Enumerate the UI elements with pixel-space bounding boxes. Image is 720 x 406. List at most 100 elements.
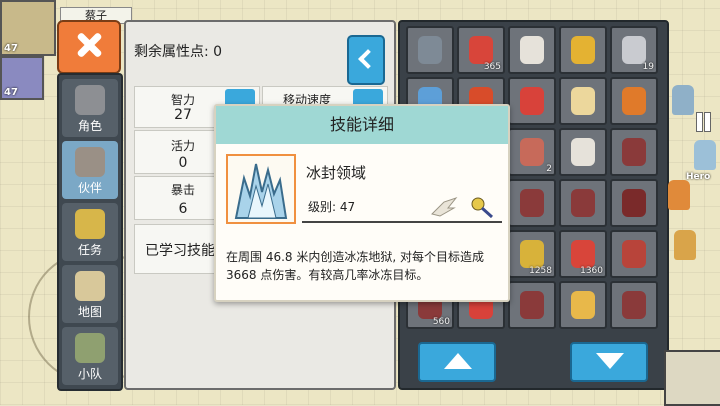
chevron-left-icon <box>358 49 378 69</box>
yellow-gem-icon <box>571 291 595 319</box>
party-portrait-1[interactable]: 47 <box>0 0 56 56</box>
red-potion-icon <box>469 36 493 64</box>
item-count: 2 <box>546 164 552 174</box>
inventory-slot[interactable]: 19 <box>610 26 658 74</box>
portrait-level: 47 <box>4 87 18 98</box>
white-crystal-icon <box>520 36 544 64</box>
close-button[interactable] <box>57 20 121 74</box>
portrait-level: 47 <box>4 43 18 54</box>
helmet-icon <box>75 85 105 115</box>
item-count: 560 <box>432 317 450 327</box>
item-count: 1360 <box>580 266 603 276</box>
hero-sprite <box>672 85 694 115</box>
side-item-map[interactable]: 地图 <box>62 265 118 323</box>
side-menu: 角色 伙伴 任务 地图 小队 <box>57 73 123 391</box>
learned-skills-label: 已学习技能 <box>145 243 215 259</box>
hero-sprite <box>668 180 690 210</box>
spell-book-icon <box>520 291 544 319</box>
side-item-label: 地图 <box>77 305 102 319</box>
spell-book-icon <box>520 189 544 217</box>
skill-description: 在周围 46.8 米内创造冰冻地狱, 对每个目标造成 3668 点伤害。有较高几… <box>226 250 484 282</box>
skill-icon-frame <box>226 154 296 224</box>
stat-label: 暴击 <box>170 183 195 197</box>
inventory-slot[interactable] <box>610 230 658 278</box>
inventory-slot[interactable] <box>559 128 607 176</box>
stat-label: 活力 <box>170 139 195 153</box>
side-item-companion[interactable]: 伙伴 <box>62 141 118 199</box>
red-feather-icon <box>622 240 646 268</box>
yellow-crystal-icon <box>571 87 595 115</box>
meat-icon <box>520 138 544 166</box>
back-button[interactable] <box>347 35 385 85</box>
battlefield-strip <box>664 0 720 405</box>
inventory-slot[interactable] <box>559 179 607 227</box>
inventory-slot[interactable] <box>610 128 658 176</box>
side-item-label: 伙伴 <box>77 181 102 195</box>
side-item-quest[interactable]: 任务 <box>62 203 118 261</box>
bow-skill-button[interactable] <box>664 350 720 406</box>
inventory-slot[interactable] <box>610 77 658 125</box>
scroll-map-icon <box>75 271 105 301</box>
inventory-slot[interactable] <box>406 26 454 74</box>
ice-shard-icon <box>234 163 288 219</box>
stat-value: 6 <box>178 201 188 217</box>
inventory-slot[interactable] <box>559 77 607 125</box>
inventory-slot[interactable] <box>610 281 658 329</box>
scroll-down-button[interactable] <box>570 342 648 382</box>
arrow-up-icon <box>444 353 472 369</box>
inventory-slot[interactable] <box>559 281 607 329</box>
inventory-slot[interactable]: 2 <box>508 128 556 176</box>
horned-helmet-icon <box>75 147 105 177</box>
inventory-slot[interactable]: 1360 <box>559 230 607 278</box>
iron-ingot-icon <box>622 36 646 64</box>
spell-book-icon <box>571 189 595 217</box>
inventory-slot[interactable]: 365 <box>457 26 505 74</box>
trophy-icon <box>75 209 105 239</box>
arrow-down-icon <box>596 353 624 369</box>
wand-icon <box>471 197 494 218</box>
inventory-slot[interactable] <box>508 179 556 227</box>
orange-mask-icon <box>622 87 646 115</box>
bow-icon <box>418 36 442 64</box>
item-count: 19 <box>642 62 654 72</box>
side-item-label: 小队 <box>77 367 102 381</box>
item-count: 365 <box>483 62 501 72</box>
inventory-slot[interactable]: 1258 <box>508 230 556 278</box>
white-crystal-icon <box>571 138 595 166</box>
gold-ring-icon <box>571 36 595 64</box>
inventory-slot[interactable] <box>610 179 658 227</box>
party-portrait-2[interactable]: 47 <box>0 56 44 100</box>
skill-detail-modal: 技能详细 冰封领域 级别: 47 在周围 46.8 米内创造冰冻地狱, 对每个目… <box>214 104 510 302</box>
hero-label: Hero <box>686 172 711 182</box>
stat-value: 0 <box>178 155 188 171</box>
hero-sprite <box>694 140 716 170</box>
stat-label: 智力 <box>170 93 195 107</box>
side-item-party[interactable]: 小队 <box>62 327 118 385</box>
inventory-slot[interactable] <box>508 281 556 329</box>
inventory-slot[interactable] <box>559 26 607 74</box>
side-item-label: 任务 <box>77 243 102 257</box>
red-armor-icon <box>622 189 646 217</box>
red-potion-icon <box>571 240 595 268</box>
modal-divider <box>302 221 502 223</box>
spell-book-icon <box>622 138 646 166</box>
remaining-points-label: 剩余属性点: 0 <box>134 44 223 60</box>
party-icon <box>75 333 105 363</box>
spell-book-icon <box>622 291 646 319</box>
stat-value: 27 <box>174 107 192 123</box>
hero-sprite <box>674 230 696 260</box>
item-count: 1258 <box>529 266 552 276</box>
wing-icon <box>431 196 458 217</box>
side-item-label: 角色 <box>77 119 102 133</box>
gold-key-icon <box>520 240 544 268</box>
modal-title: 技能详细 <box>216 106 508 144</box>
pause-icon[interactable] <box>694 112 712 132</box>
side-item-character[interactable]: 角色 <box>62 79 118 137</box>
close-icon <box>76 32 102 58</box>
red-gem-icon <box>520 87 544 115</box>
skill-level: 级别: 47 <box>308 200 356 214</box>
scroll-up-button[interactable] <box>418 342 496 382</box>
inventory-slot[interactable] <box>508 77 556 125</box>
skill-name: 冰封领域 <box>306 164 367 182</box>
inventory-slot[interactable] <box>508 26 556 74</box>
